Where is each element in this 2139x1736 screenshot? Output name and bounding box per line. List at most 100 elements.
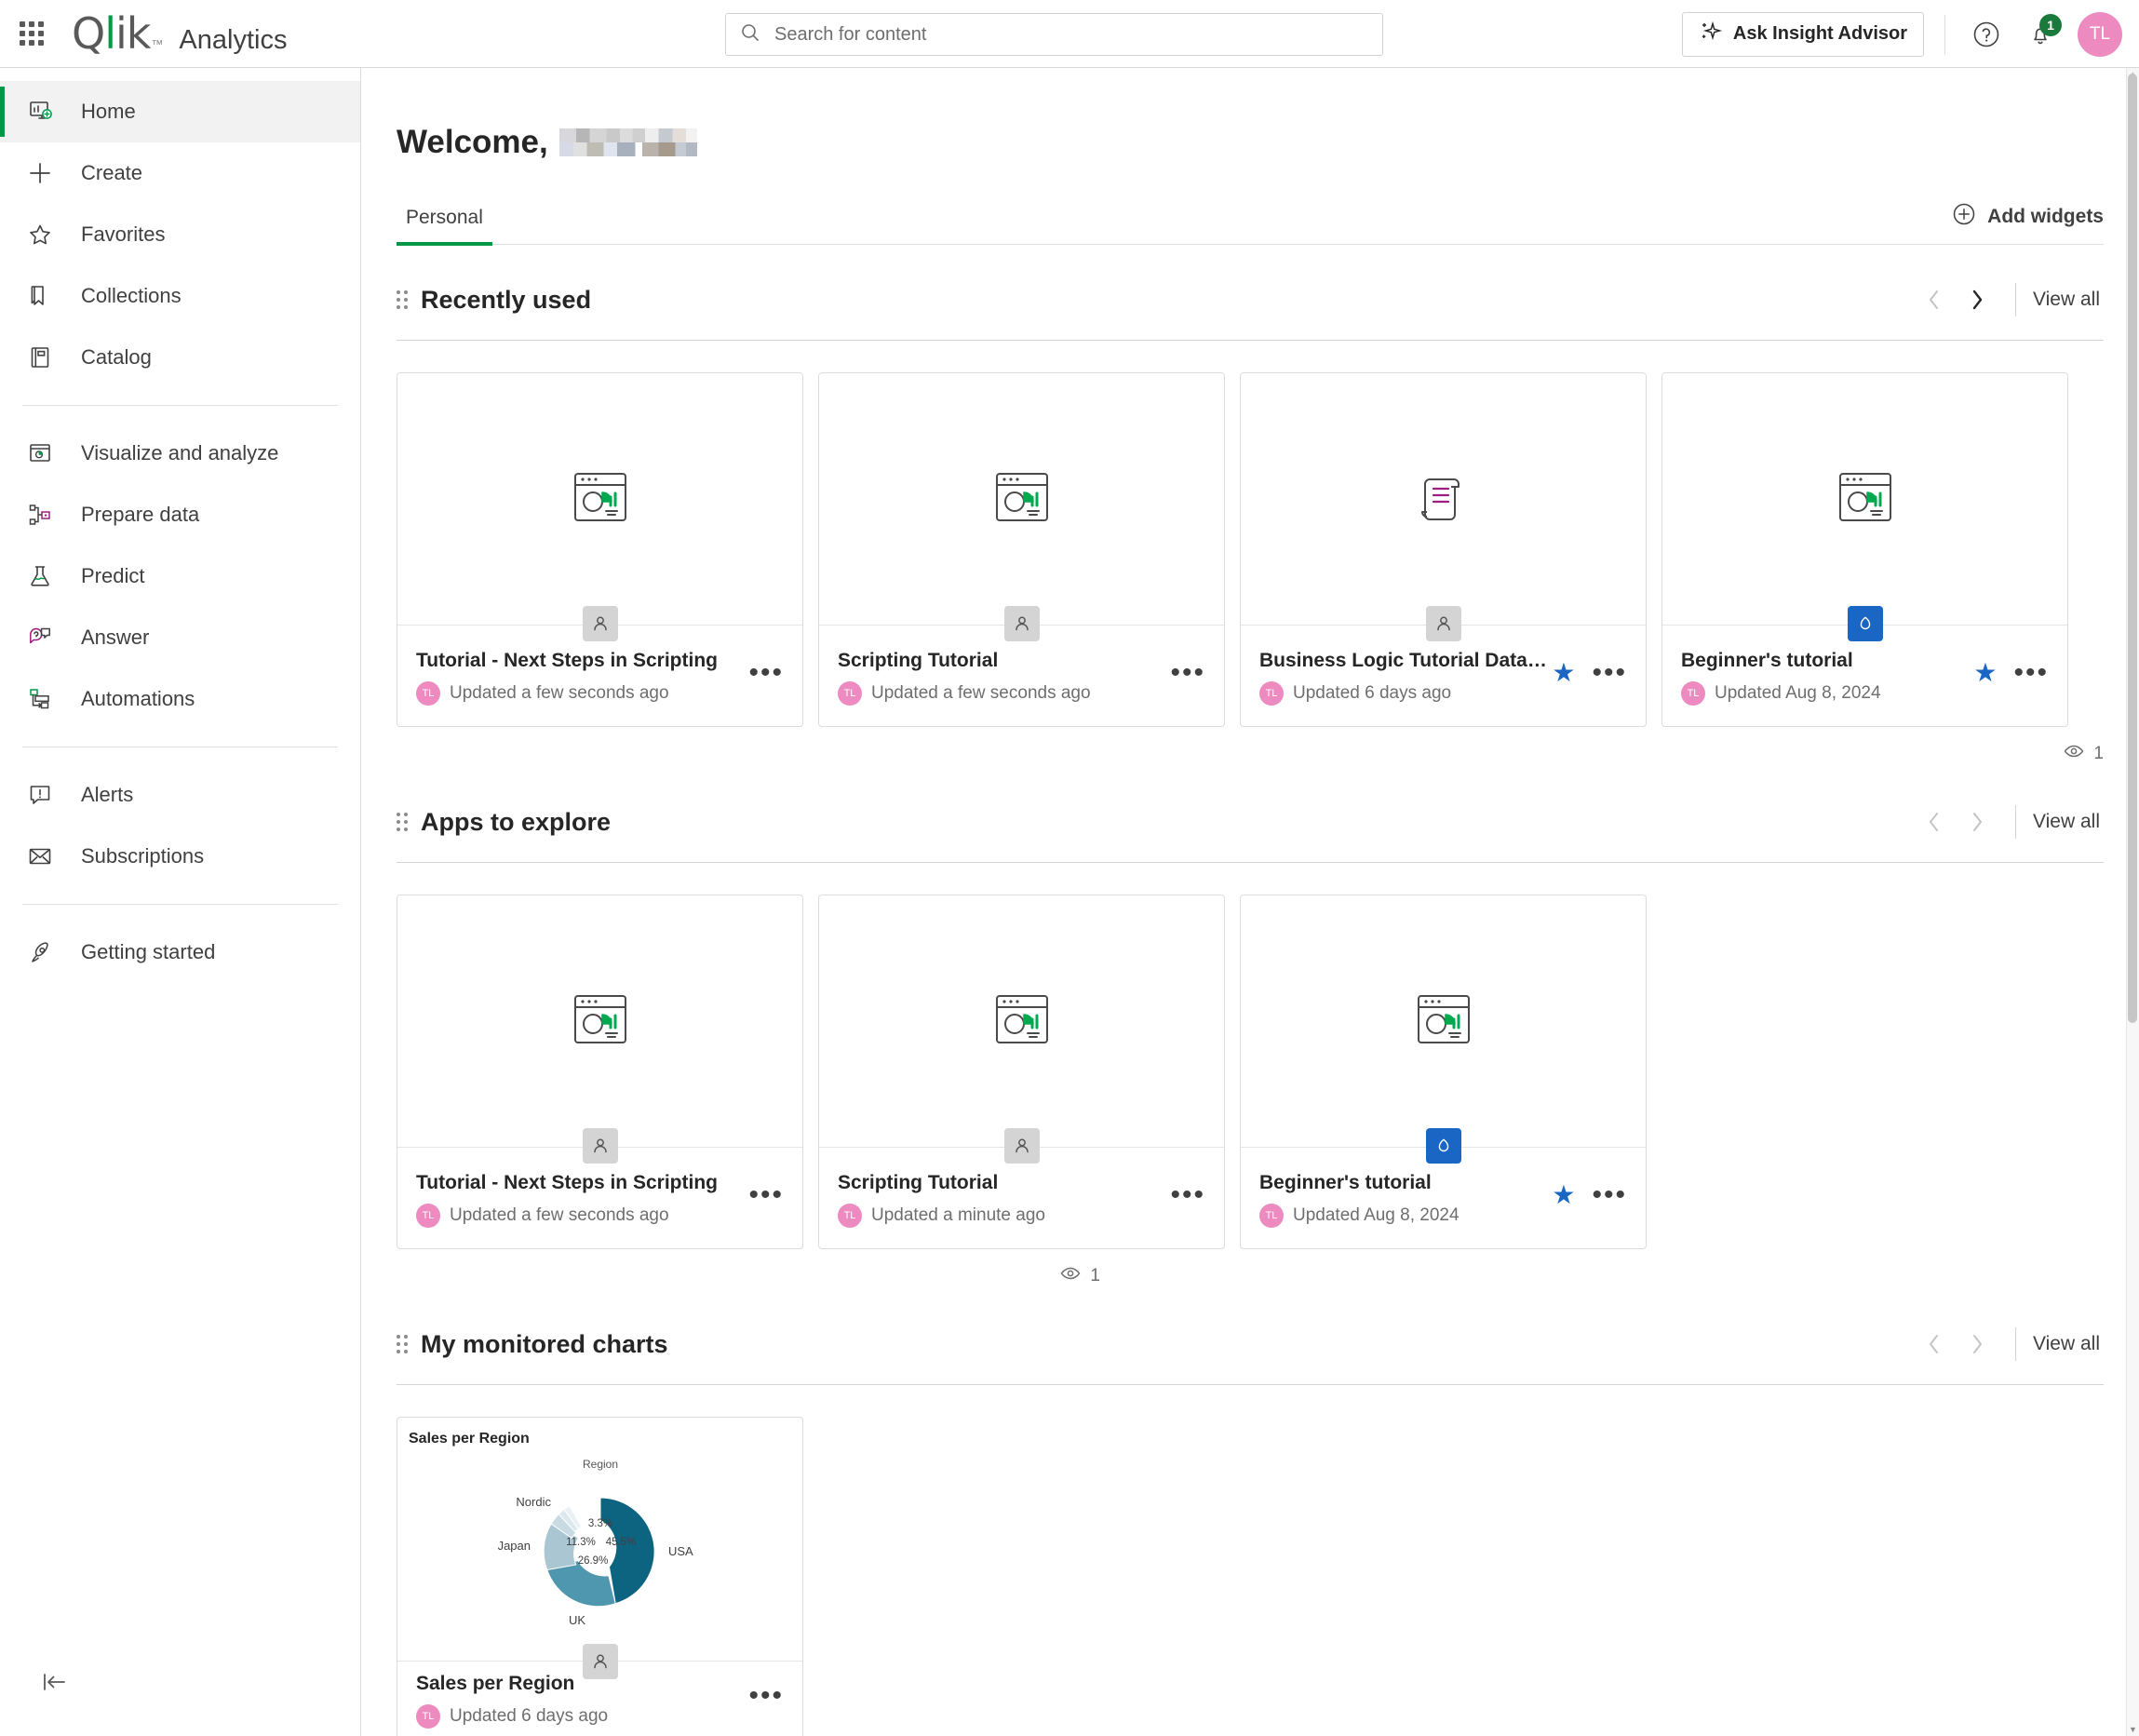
app-grid-icon[interactable] — [16, 18, 47, 49]
sidebar-item-predict[interactable]: Predict — [0, 545, 360, 607]
carousel-prev-button[interactable] — [1913, 801, 1956, 843]
sidebar-item-alerts[interactable]: Alerts — [0, 764, 360, 826]
app-chart-window-icon — [1417, 995, 1470, 1043]
card-more-options-button[interactable]: ••• — [748, 1181, 784, 1209]
sidebar-navigation: Home Create Favorites Collections Catalo… — [0, 68, 361, 1736]
data-nodes-icon — [22, 497, 58, 532]
drag-handle-icon[interactable] — [397, 290, 408, 309]
help-circle-icon[interactable] — [1966, 14, 2007, 55]
owner-avatar: TL — [416, 1704, 440, 1729]
carousel-prev-button[interactable] — [1913, 1323, 1956, 1366]
sidebar-item-answer[interactable]: Answer — [0, 607, 360, 668]
carousel-next-button[interactable] — [1956, 278, 1998, 321]
alert-exclamation-icon — [22, 777, 58, 813]
product-name: Analytics — [179, 24, 288, 55]
scrollbar-thumb[interactable] — [2128, 74, 2137, 1023]
owner-avatar: TL — [416, 1204, 440, 1228]
section-header: Apps to explore View all — [397, 767, 2104, 863]
card-more-options-button[interactable]: ••• — [1170, 659, 1205, 687]
card-thumbnail — [819, 373, 1224, 641]
donut-chart: Region 3.3% 11.3% 45.5% 26.9% USA UK Jap… — [498, 1458, 693, 1627]
card-more-options-button[interactable]: ••• — [748, 659, 784, 687]
view-all-link[interactable]: View all — [2033, 811, 2104, 833]
star-outline-icon — [22, 217, 58, 252]
section-footer: 1 — [397, 727, 2104, 767]
sidebar-item-visualize-and-analyze[interactable]: Visualize and analyze — [0, 423, 360, 484]
owner-avatar: TL — [1259, 681, 1284, 706]
shared-space-icon — [1847, 606, 1883, 641]
card-more-options-button[interactable]: ••• — [1592, 1181, 1627, 1209]
card-more-options-button[interactable]: ••• — [1592, 659, 1627, 687]
person-icon — [1003, 606, 1040, 641]
sidebar-item-prepare-data[interactable]: Prepare data — [0, 484, 360, 545]
list-item[interactable]: Sales per Region Region 3.3% 11.3% 45.5%… — [397, 1417, 803, 1736]
slice-value-uk: 26.9% — [578, 1555, 609, 1567]
shared-space-icon — [1425, 1128, 1461, 1164]
tab-personal[interactable]: Personal — [397, 207, 492, 246]
slice-label-nordic: Nordic — [516, 1495, 551, 1509]
card-title: Business Logic Tutorial Data Prep — [1259, 650, 1553, 671]
home-dashboard-icon — [22, 94, 58, 129]
app-chart-window-icon — [573, 995, 626, 1043]
section-title: Apps to explore — [421, 807, 612, 836]
list-item[interactable]: Tutorial - Next Steps in Scripting TL Up… — [397, 895, 803, 1249]
carousel-next-button[interactable] — [1956, 1323, 1998, 1366]
card-more-options-button[interactable]: ••• — [1170, 1181, 1205, 1209]
search-input[interactable]: Search for content — [725, 13, 1383, 56]
add-widgets-button[interactable]: Add widgets — [1952, 202, 2104, 244]
list-item[interactable]: Scripting Tutorial TL Updated a few seco… — [818, 372, 1225, 727]
drag-handle-icon[interactable] — [397, 1335, 408, 1353]
sidebar-item-catalog[interactable]: Catalog — [0, 327, 360, 388]
notification-bell-icon[interactable]: 1 — [2020, 13, 2062, 55]
card-title: Scripting Tutorial — [838, 1172, 999, 1193]
card-updated: Updated 6 days ago — [1293, 683, 1452, 703]
sidebar-item-collections[interactable]: Collections — [0, 265, 360, 327]
ask-insight-advisor-button[interactable]: Ask Insight Advisor — [1681, 11, 1924, 57]
section-title: My monitored charts — [421, 1329, 668, 1358]
slice-value-japan: 11.3% — [566, 1537, 596, 1548]
view-all-link[interactable]: View all — [2033, 289, 2104, 311]
sidebar-item-home[interactable]: Home — [0, 81, 360, 142]
card-updated: Updated a few seconds ago — [450, 683, 669, 703]
sidebar-item-getting-started[interactable]: Getting started — [0, 922, 360, 983]
favorite-star-icon[interactable]: ★ — [1552, 1182, 1575, 1208]
section-header: Recently used View all — [397, 245, 2104, 341]
sidebar-item-subscriptions[interactable]: Subscriptions — [0, 826, 360, 887]
carousel-prev-button[interactable] — [1913, 278, 1956, 321]
tab-label: Personal — [406, 207, 483, 228]
vertical-scrollbar[interactable]: ▲ ▼ — [2126, 68, 2139, 1736]
card-more-options-button[interactable]: ••• — [748, 1682, 784, 1710]
section-my-monitored-charts: My monitored charts View all Sales per R… — [361, 1289, 2139, 1736]
list-item[interactable]: Tutorial - Next Steps in Scripting TL Up… — [397, 372, 803, 727]
scroll-down-arrow[interactable]: ▼ — [2127, 1723, 2139, 1736]
card-title: Beginner's tutorial — [1259, 1172, 1432, 1193]
top-navigation-bar: Qlik ™ Analytics Search for content Ask … — [0, 0, 2139, 68]
sidebar-item-automations[interactable]: Automations — [0, 668, 360, 730]
carousel-next-button[interactable] — [1956, 801, 1998, 843]
eye-icon — [2063, 740, 2085, 767]
tabs-bar: Personal Add widgets — [397, 202, 2104, 246]
list-item[interactable]: Beginner's tutorial TL Updated Aug 8, 20… — [1661, 372, 2068, 727]
avatar[interactable]: TL — [2078, 11, 2122, 57]
view-all-link[interactable]: View all — [2033, 1333, 2104, 1355]
sidebar-item-favorites[interactable]: Favorites — [0, 204, 360, 265]
top-bar-actions: Ask Insight Advisor 1 TL — [1681, 0, 2122, 68]
page-title: Welcome, — [361, 68, 2139, 161]
app-body: Home Create Favorites Collections Catalo… — [0, 68, 2139, 1736]
list-item[interactable]: Scripting Tutorial TL Updated a minute a… — [818, 895, 1225, 1249]
sidebar-item-create[interactable]: Create — [0, 142, 360, 204]
plus-circle-icon — [1952, 202, 1976, 231]
brand-logo[interactable]: Qlik ™ Analytics — [72, 12, 287, 56]
chat-question-icon — [22, 620, 58, 655]
drag-handle-icon[interactable] — [397, 813, 408, 831]
collapse-sidebar-icon[interactable] — [37, 1666, 69, 1702]
list-item[interactable]: Business Logic Tutorial Data Prep TL Upd… — [1240, 372, 1647, 727]
owner-avatar: TL — [1681, 681, 1705, 706]
card-more-options-button[interactable]: ••• — [2013, 659, 2049, 687]
favorite-star-icon[interactable]: ★ — [1552, 660, 1575, 686]
favorite-star-icon[interactable]: ★ — [1973, 660, 1997, 686]
list-item[interactable]: Beginner's tutorial TL Updated Aug 8, 20… — [1240, 895, 1647, 1249]
sparkle-icon — [1699, 20, 1723, 48]
script-scroll-icon — [1420, 478, 1460, 520]
sidebar-item-label: Catalog — [81, 345, 152, 369]
